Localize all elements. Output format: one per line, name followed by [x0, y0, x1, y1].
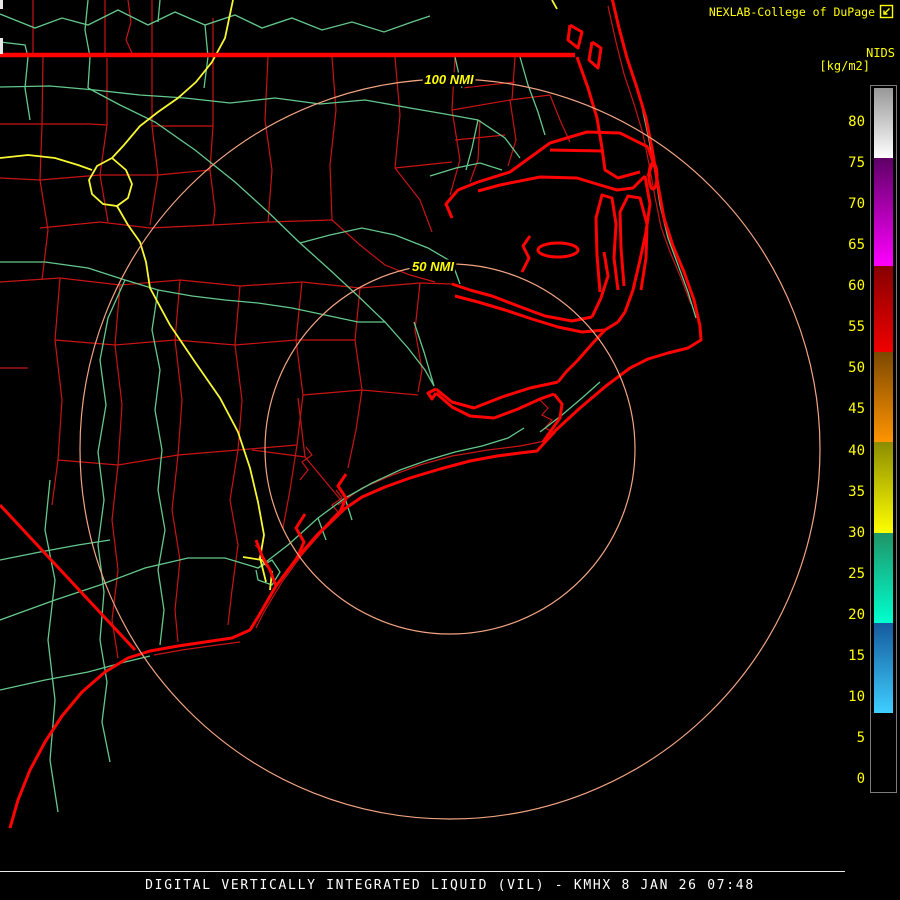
colorbar-tick: 55: [848, 319, 865, 336]
colorbar-tick: 25: [848, 565, 865, 582]
colorbar-tick: 45: [848, 401, 865, 418]
neuse-river-north-shore: [435, 380, 559, 410]
colorbar-tick: 10: [848, 688, 865, 705]
edge-mark: [0, 0, 3, 9]
colorbar-tick: 40: [848, 442, 865, 459]
range-ring-label-100nmi: 100 NMI: [424, 72, 474, 87]
units-label: [kg/m2]: [819, 59, 870, 73]
primary-roads-layer: [0, 0, 697, 813]
colorbar-tick: 20: [848, 606, 865, 623]
coastline-layer: [0, 0, 703, 829]
radar-display-screen: 50 NMI 100 NMI NEXLAB-College of DuPage …: [0, 0, 900, 900]
colorbar-segment: [874, 158, 893, 266]
colorbar-tick: 60: [848, 278, 865, 295]
colorbar-tick: 80: [848, 114, 865, 130]
colorbar-tick: 65: [848, 237, 865, 254]
range-ring-100nmi: [79, 78, 821, 820]
albemarle-sound-north-shore: [444, 130, 649, 219]
colorbar-segment: [874, 88, 893, 159]
colorbar-tick: 0: [856, 771, 865, 787]
colorbar-segment: [874, 265, 893, 352]
units-block: NIDS [kg/m2]: [819, 47, 895, 73]
lake-mattamuskeet: [536, 241, 580, 259]
colorbar-tick: 75: [848, 155, 865, 172]
colorbar-tick: 70: [848, 196, 865, 213]
colorbar-tick: 30: [848, 524, 865, 541]
edge-mark: [0, 38, 3, 54]
footer-separator-line: [0, 871, 845, 872]
range-rings-layer: [79, 78, 821, 820]
neuse-river-south-shore: [435, 391, 555, 420]
colorbar-segment: [874, 442, 893, 533]
colorbar-tick: 35: [848, 483, 865, 500]
brand-header: NEXLAB-College of DuPage: [709, 4, 894, 19]
colorbar-tick: 5: [856, 729, 865, 746]
broken-image-icon: [879, 4, 894, 19]
brand-text: NEXLAB-College of DuPage: [708, 4, 875, 19]
colorbar-segment: [874, 622, 893, 714]
colorbar: [874, 88, 893, 790]
colorbar-segment: [874, 351, 893, 443]
colorbar-tick: 50: [848, 360, 865, 377]
product-title: DIGITAL VERTICALLY INTEGRATED LIQUID (VI…: [145, 878, 755, 893]
nc-sc-state-line: [0, 503, 137, 652]
colorbar-segment: [874, 532, 893, 623]
colorbar-segment: [874, 713, 893, 790]
colorbar-tick: 15: [848, 647, 865, 664]
basemap-svg: 50 NMI 100 NMI: [0, 0, 821, 829]
range-ring-label-50nmi: 50 NMI: [412, 259, 454, 274]
county-lines-layer: [0, 0, 692, 659]
